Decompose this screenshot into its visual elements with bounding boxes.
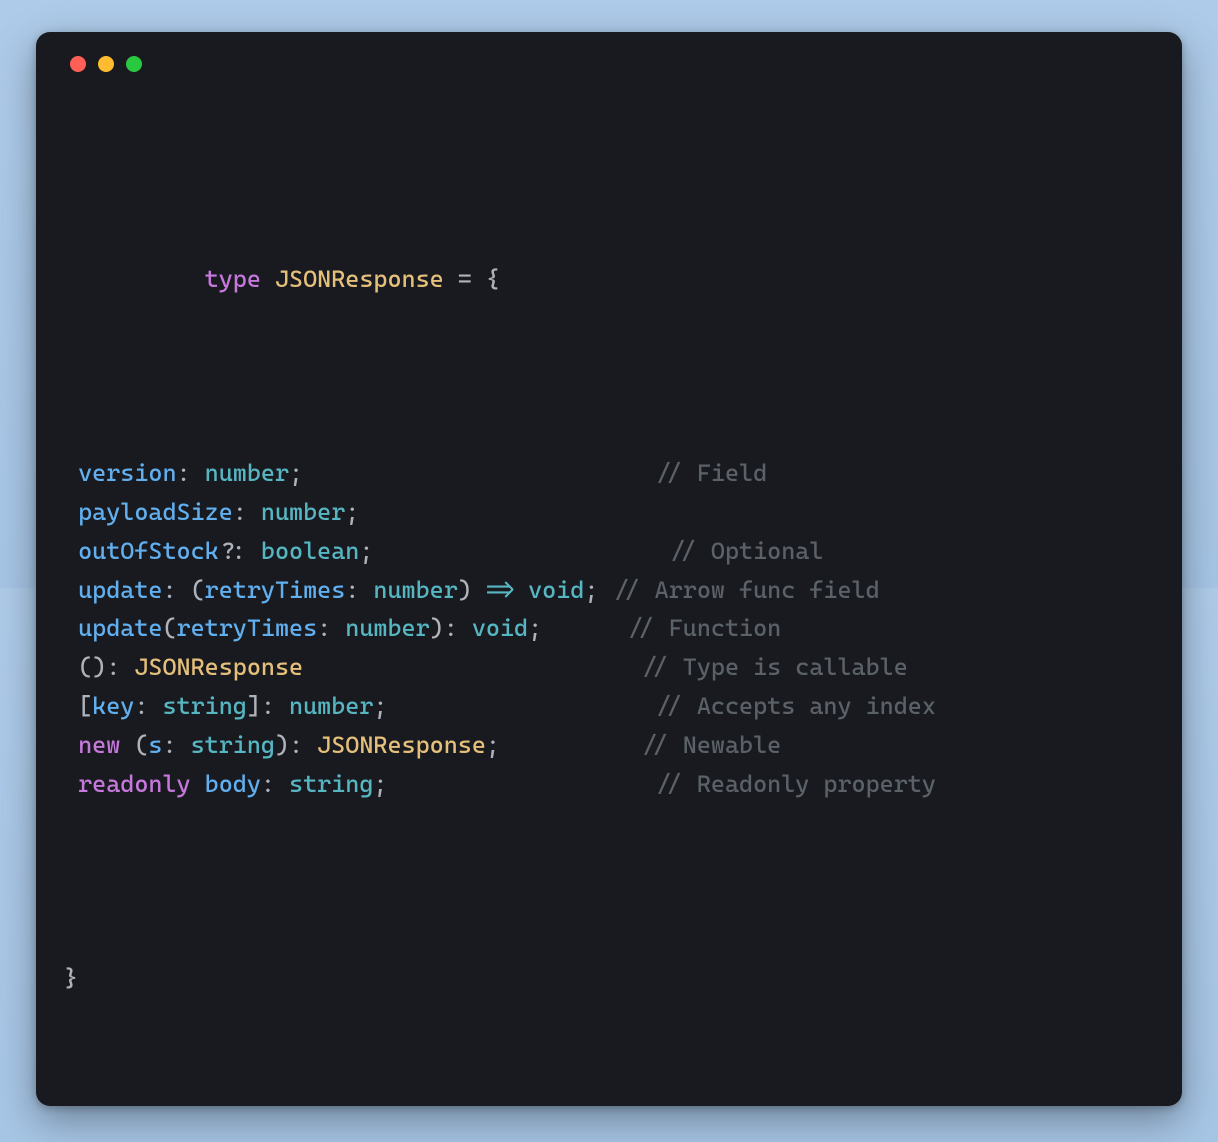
code-line: new (s: string): JSONResponse; // Newabl…: [64, 726, 1154, 765]
token-t-type: string: [191, 731, 275, 759]
page-frame: type JSONResponse = { version: number; /…: [0, 0, 1218, 1142]
token-prop: retryTimes: [205, 576, 346, 604]
code-tokens: [key: string]: number;: [64, 687, 387, 726]
token-punct: ():: [78, 653, 134, 681]
token-punct: (: [162, 614, 176, 642]
close-icon[interactable]: [70, 56, 86, 72]
token-punct: ):: [430, 614, 472, 642]
token-punct: (: [120, 731, 148, 759]
token-keyword: type: [205, 265, 261, 293]
token-punct: ;: [345, 498, 359, 526]
code-line: readonly body: string; // Readonly prope…: [64, 765, 1154, 804]
token-kw: new: [78, 731, 120, 759]
token-prop: update: [78, 614, 162, 642]
token-punct: [: [78, 692, 92, 720]
token-punct: : (: [162, 576, 204, 604]
code-tokens: payloadSize: number;: [64, 493, 359, 532]
code-line: update(retryTimes: number): void; // Fun…: [64, 609, 1154, 648]
token-punct: ;: [373, 692, 387, 720]
code-comment: // Accepts any index: [655, 687, 936, 726]
token-t-type: boolean: [261, 537, 359, 565]
token-punct: ?:: [219, 537, 261, 565]
code-comment: // Field: [655, 454, 768, 493]
token-t-type: string: [289, 770, 373, 798]
code-window: type JSONResponse = { version: number; /…: [36, 32, 1182, 1106]
token-t-type: number: [289, 692, 373, 720]
code-comment: // Function: [627, 609, 782, 648]
token-typename: JSONResponse: [275, 265, 444, 293]
code-line: update: (retryTimes: number) => void; //…: [64, 571, 1154, 610]
token-brace-open: {: [486, 265, 500, 293]
token-prop: outOfStock: [78, 537, 219, 565]
token-t-type: string: [162, 692, 246, 720]
code-tokens: update: (retryTimes: number) => void;: [64, 571, 598, 610]
token-punct: :: [177, 459, 205, 487]
code-tokens: (): JSONResponse: [64, 648, 303, 687]
code-comment: // Type is callable: [641, 648, 908, 687]
token-prop: key: [92, 692, 134, 720]
token-prop: s: [148, 731, 162, 759]
token-punct: [191, 770, 205, 798]
token-punct: :: [162, 731, 190, 759]
code-line: payloadSize: number;: [64, 493, 1154, 532]
token-prop: retryTimes: [177, 614, 318, 642]
code-tokens: version: number;: [64, 454, 303, 493]
token-t-type: void: [472, 614, 528, 642]
code-line: [key: string]: number; // Accepts any in…: [64, 687, 1154, 726]
code-block: type JSONResponse = { version: number; /…: [64, 104, 1154, 1076]
zoom-icon[interactable]: [126, 56, 142, 72]
token-punct: ;: [584, 576, 598, 604]
token-prop: version: [78, 459, 176, 487]
code-tokens: update(retryTimes: number): void;: [64, 609, 542, 648]
token-punct: =: [444, 265, 486, 293]
code-line-header: type JSONResponse = {: [64, 221, 1154, 338]
code-tokens: readonly body: string;: [64, 765, 387, 804]
code-line-close: }: [64, 959, 1154, 998]
token-punct: [514, 576, 528, 604]
token-t-type: number: [261, 498, 345, 526]
token-punct: ;: [359, 537, 373, 565]
token-punct: ;: [373, 770, 387, 798]
token-op: =>: [486, 576, 514, 604]
token-prop: payloadSize: [78, 498, 233, 526]
token-prop: body: [205, 770, 261, 798]
token-typename: JSONResponse: [134, 653, 303, 681]
token-punct: ;: [528, 614, 542, 642]
code-line: outOfStock?: boolean; // Optional: [64, 532, 1154, 571]
token-punct: :: [345, 576, 373, 604]
token-punct: ): [458, 576, 486, 604]
token-brace-close: }: [64, 959, 78, 998]
token-punct: ;: [486, 731, 500, 759]
code-comment: // Arrow func field: [612, 571, 879, 610]
token-punct: ;: [289, 459, 303, 487]
token-punct: :: [317, 614, 345, 642]
token-punct: ]:: [247, 692, 289, 720]
token-t-type: number: [205, 459, 289, 487]
code-comment: // Newable: [641, 726, 782, 765]
token-t-type: number: [373, 576, 457, 604]
code-comment: // Optional: [669, 532, 824, 571]
token-punct: :: [233, 498, 261, 526]
code-line: (): JSONResponse // Type is callable: [64, 648, 1154, 687]
token-punct: :: [134, 692, 162, 720]
token-prop: update: [78, 576, 162, 604]
token-punct: :: [261, 770, 289, 798]
traffic-lights: [64, 56, 1154, 72]
minimize-icon[interactable]: [98, 56, 114, 72]
token-t-type: number: [345, 614, 429, 642]
code-comment: // Readonly property: [655, 765, 936, 804]
code-tokens: new (s: string): JSONResponse;: [64, 726, 500, 765]
token-t-type: void: [528, 576, 584, 604]
code-tokens: outOfStock?: boolean;: [64, 532, 373, 571]
code-lines: version: number; // Field payloadSize: n…: [64, 454, 1154, 804]
token-punct: ):: [275, 731, 317, 759]
code-line: version: number; // Field: [64, 454, 1154, 493]
token-typename: JSONResponse: [317, 731, 486, 759]
token-kw: readonly: [78, 770, 191, 798]
